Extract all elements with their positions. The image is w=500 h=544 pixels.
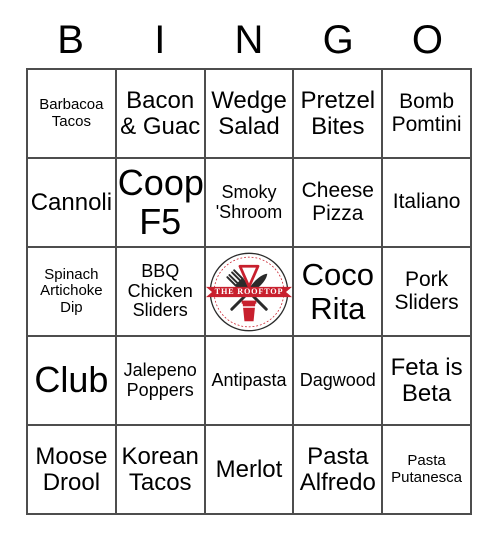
the-rooftop-logo-icon: THE ROOFTOP: [205, 252, 292, 331]
bingo-card: B I N G O Barbacoa Tacos Bacon & Guac We…: [26, 12, 472, 515]
bingo-cell[interactable]: Coop F5: [116, 159, 206, 248]
header-letter-i: I: [154, 18, 166, 62]
bingo-cell-label: Antipasta: [211, 369, 287, 390]
bingo-cell-label: Wedge Salad: [211, 86, 287, 140]
bingo-cell-label: Coop F5: [117, 161, 204, 242]
bingo-cell[interactable]: Bomb Pomtini: [383, 70, 472, 159]
bingo-cell[interactable]: Jalepeno Poppers: [116, 337, 206, 426]
bingo-cell-label: Coco Rita: [301, 257, 374, 326]
bingo-cell-label: Italiano: [392, 190, 461, 214]
bingo-header: B I N G O: [26, 12, 472, 68]
bingo-cell[interactable]: Bacon & Guac: [116, 70, 206, 159]
bingo-grid: Barbacoa Tacos Bacon & Guac Wedge Salad …: [26, 68, 472, 515]
bingo-cell-label: Pretzel Bites: [300, 86, 376, 140]
bingo-cell-label: Bomb Pomtini: [391, 89, 462, 136]
header-letter-n: N: [234, 18, 264, 62]
header-letter-g: G: [322, 18, 354, 62]
bingo-cell-label: Dagwood: [299, 369, 376, 390]
bingo-cell[interactable]: Barbacoa Tacos: [28, 70, 117, 159]
bingo-cell[interactable]: Wedge Salad: [205, 70, 295, 159]
bingo-cell-label: Spinach Artichoke Dip: [40, 266, 103, 316]
bingo-cell-label: Pasta Alfredo: [299, 442, 376, 496]
bingo-cell-label: Club: [34, 359, 109, 401]
bingo-cell-label: Pork Sliders: [394, 267, 459, 314]
bingo-cell[interactable]: Smoky 'Shroom: [205, 159, 295, 248]
bingo-cell[interactable]: Pasta Putanesca: [383, 426, 472, 515]
bingo-cell[interactable]: Club: [28, 337, 117, 426]
bingo-cell-label: Smoky 'Shroom: [215, 182, 283, 222]
bingo-cell[interactable]: Moose Drool: [28, 426, 117, 515]
the-rooftop-logo-text: THE ROOFTOP: [215, 287, 284, 296]
bingo-cell[interactable]: Korean Tacos: [116, 426, 206, 515]
the-rooftop-logo: THE ROOFTOP: [205, 249, 292, 335]
bingo-cell-label: Korean Tacos: [121, 442, 199, 496]
bingo-cell[interactable]: Pretzel Bites: [294, 70, 384, 159]
bingo-cell[interactable]: Cheese Pizza: [294, 159, 384, 248]
bingo-cell[interactable]: Spinach Artichoke Dip: [28, 248, 117, 337]
bingo-cell-label: Cheese Pizza: [301, 178, 374, 225]
header-letter-o: O: [411, 18, 443, 62]
bingo-cell[interactable]: Antipasta: [205, 337, 295, 426]
bingo-cell[interactable]: Italiano: [383, 159, 472, 248]
bingo-cell[interactable]: Merlot: [205, 426, 295, 515]
bingo-free-space-cell[interactable]: THE ROOFTOP: [205, 248, 295, 337]
bingo-cell[interactable]: Coco Rita: [294, 248, 384, 337]
bingo-cell[interactable]: Feta is Beta: [383, 337, 472, 426]
bingo-cell-label: Moose Drool: [35, 442, 108, 496]
bingo-cell[interactable]: Pork Sliders: [383, 248, 472, 337]
bingo-cell-label: Feta is Beta: [390, 353, 463, 407]
header-letter-b: B: [57, 18, 84, 62]
bingo-cell[interactable]: Pasta Alfredo: [294, 426, 384, 515]
bingo-cell-label: BBQ Chicken Sliders: [127, 261, 193, 321]
bingo-cell[interactable]: Dagwood: [294, 337, 384, 426]
bingo-cell-label: Pasta Putanesca: [391, 452, 463, 486]
bingo-cell[interactable]: Cannoli: [28, 159, 117, 248]
bingo-cell-label: Merlot: [215, 455, 283, 483]
bingo-cell-label: Cannoli: [30, 188, 113, 216]
bingo-cell-label: Jalepeno Poppers: [123, 360, 197, 400]
bingo-cell-label: Bacon & Guac: [120, 86, 201, 140]
bingo-cell[interactable]: BBQ Chicken Sliders: [116, 248, 206, 337]
bingo-cell-label: Barbacoa Tacos: [39, 96, 104, 130]
